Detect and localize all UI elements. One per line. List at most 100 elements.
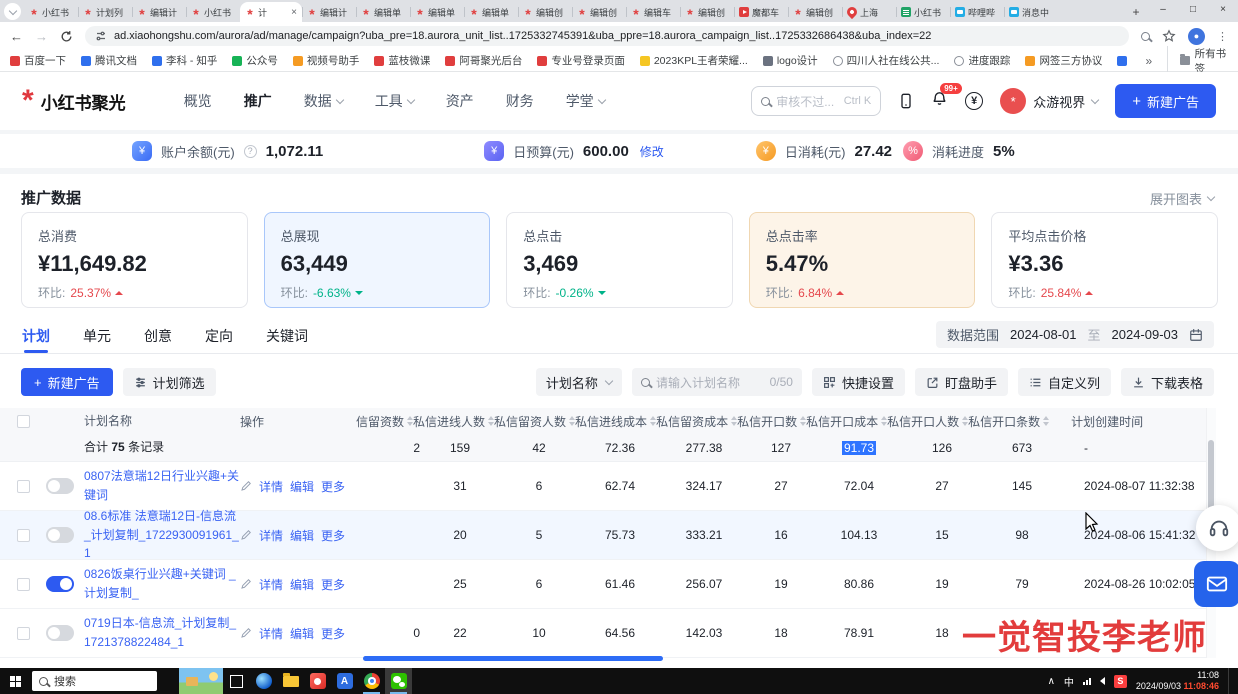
nav-item[interactable]: 概览 — [184, 91, 212, 111]
message-button[interactable] — [1194, 561, 1238, 607]
detail-link[interactable]: 详情 — [259, 625, 283, 642]
bookmark-item[interactable]: 网签三方协议 — [1025, 53, 1102, 68]
bookmark-item[interactable]: logo设计 — [763, 53, 818, 68]
finance-icon[interactable]: ¥ — [965, 92, 983, 110]
edit-pencil-icon[interactable] — [240, 480, 252, 492]
metric-header[interactable]: 私信留资成本 — [656, 413, 737, 430]
explorer-taskbar-button[interactable] — [277, 668, 304, 694]
maximize-button[interactable]: □ — [1178, 0, 1208, 20]
more-link[interactable]: 更多 — [321, 527, 345, 544]
plan-name-link[interactable]: 08.6标准 法意瑞12日-信息流_计划复制_1722930091961_1 — [84, 509, 239, 560]
metric-header[interactable]: 私信开口数 — [737, 413, 806, 430]
browser-tab[interactable]: 编辑车 — [626, 2, 680, 22]
custom-columns-button[interactable]: 自定义列 — [1018, 368, 1111, 396]
wechat-taskbar-button[interactable] — [385, 668, 412, 694]
blue-app-taskbar-button[interactable]: A — [331, 668, 358, 694]
stat-card[interactable]: 总点击 3,469 环比: -0.26% — [506, 212, 733, 308]
profile-avatar[interactable]: ● — [1188, 28, 1205, 45]
volume-icon[interactable] — [1100, 677, 1105, 685]
metric-header[interactable]: 私信开口成本 — [806, 413, 887, 430]
stat-card[interactable]: 总展现 63,449 环比: -6.63% — [264, 212, 491, 308]
browser-tab[interactable]: 编辑创 — [680, 2, 734, 22]
monitor-assistant-button[interactable]: 盯盘助手 — [915, 368, 1008, 396]
select-all-checkbox[interactable] — [17, 415, 30, 428]
tray-chevron-icon[interactable]: ∧ — [1048, 676, 1055, 687]
browser-tab[interactable]: 编辑单 — [356, 2, 410, 22]
edit-pencil-icon[interactable] — [240, 529, 252, 541]
start-button[interactable] — [0, 676, 30, 687]
bookmark-item[interactable]: 稿定设计-做图做视... — [1117, 53, 1130, 68]
plan-filter-button[interactable]: 计划筛选 — [123, 368, 216, 396]
bookmarks-overflow-chevron[interactable]: » — [1145, 54, 1152, 68]
customer-service-button[interactable] — [1196, 505, 1238, 551]
modify-link[interactable]: 修改 — [640, 143, 664, 160]
detail-link[interactable]: 详情 — [259, 527, 283, 544]
bookmark-item[interactable]: 专业号登录页面 — [537, 53, 625, 68]
global-search-input[interactable]: 审核不过... Ctrl K — [751, 86, 881, 116]
browser-tab[interactable]: 消息中 — [1004, 2, 1058, 22]
more-link[interactable]: 更多 — [321, 576, 345, 593]
bookmark-star-icon[interactable] — [1162, 29, 1176, 43]
nav-item[interactable]: 学堂 — [566, 91, 605, 111]
help-icon[interactable]: ? — [244, 145, 257, 158]
edit-pencil-icon[interactable] — [240, 627, 252, 639]
stat-card[interactable]: 总点击率 5.47% 环比: 6.84% — [749, 212, 976, 308]
browser-tab[interactable]: 计 × — [240, 2, 302, 22]
metric-header[interactable]: 私信开口人数 — [887, 413, 968, 430]
entity-tab[interactable]: 定向 — [205, 326, 233, 353]
address-bar[interactable]: ad.xiaohongshu.com/aurora/ad/manage/camp… — [85, 26, 1129, 46]
nav-item[interactable]: 推广 — [244, 91, 272, 111]
account-menu[interactable]: * 众游视界 — [1000, 88, 1098, 114]
bookmark-item[interactable]: 李科 - 知乎 — [152, 53, 217, 68]
show-desktop-button[interactable] — [1228, 668, 1232, 694]
forward-icon[interactable]: → — [35, 29, 48, 44]
status-toggle[interactable] — [46, 625, 74, 641]
browser-tab[interactable]: 魔都车 — [734, 2, 788, 22]
status-toggle[interactable] — [46, 576, 74, 592]
browser-tab[interactable]: 小红书 — [186, 2, 240, 22]
all-bookmarks[interactable]: 所有书签 — [1167, 46, 1228, 76]
zoom-icon[interactable] — [1141, 32, 1150, 41]
browser-tab[interactable]: 计划列 — [78, 2, 132, 22]
browser-tab[interactable]: 小红书 — [896, 2, 950, 22]
bookmark-item[interactable]: 2023KPL王者荣耀... — [640, 53, 748, 68]
nav-item[interactable]: 财务 — [506, 91, 534, 111]
back-icon[interactable]: ← — [10, 29, 23, 44]
row-checkbox[interactable] — [17, 480, 30, 493]
edit-link[interactable]: 编辑 — [290, 478, 314, 495]
edit-link[interactable]: 编辑 — [290, 576, 314, 593]
row-checkbox[interactable] — [17, 529, 30, 542]
bookmark-item[interactable]: 百度一下 — [10, 53, 66, 68]
more-link[interactable]: 更多 — [321, 478, 345, 495]
metric-header[interactable]: 私信进线人数 — [413, 413, 494, 430]
plan-name-link[interactable]: 0807法意瑞12日行业兴趣+关键词 — [84, 469, 239, 502]
sogou-ime-icon[interactable]: S — [1114, 675, 1127, 688]
search-field-select[interactable]: 计划名称 — [536, 368, 622, 396]
tab-close-icon[interactable]: × — [291, 7, 297, 18]
header-new-ad-button[interactable]: + 新建广告 — [1115, 84, 1216, 118]
mobile-preview-icon[interactable] — [898, 92, 914, 110]
plan-search-input[interactable]: 请输入计划名称 0/50 — [632, 368, 802, 396]
plan-name-link[interactable]: 0826饭桌行业兴趣+关键词 _计划复制_ — [84, 567, 236, 600]
weather-widget[interactable] — [179, 668, 223, 694]
task-view-button[interactable] — [223, 668, 250, 694]
entity-tab[interactable]: 单元 — [83, 326, 111, 353]
row-checkbox[interactable] — [17, 578, 30, 591]
refresh-icon[interactable] — [60, 30, 73, 43]
metric-header[interactable]: 私信开口条数 — [968, 413, 1049, 430]
quick-settings-button[interactable]: 快捷设置 — [812, 368, 905, 396]
metric-header[interactable]: 计划创建时间 — [1049, 413, 1143, 430]
metric-header[interactable]: 信留资数 — [356, 413, 413, 430]
bookmark-item[interactable]: 阿哥聚光后台 — [445, 53, 522, 68]
entity-tab[interactable]: 关键词 — [266, 326, 308, 353]
horizontal-scrollbar[interactable] — [363, 656, 663, 661]
stat-card[interactable]: 总消费 ¥11,649.82 环比: 25.37% — [21, 212, 248, 308]
nav-item[interactable]: 资产 — [446, 91, 474, 111]
detail-link[interactable]: 详情 — [259, 478, 283, 495]
edit-link[interactable]: 编辑 — [290, 625, 314, 642]
taskbar-search[interactable]: 搜索 — [32, 671, 157, 691]
edit-link[interactable]: 编辑 — [290, 527, 314, 544]
browser-tab[interactable]: 编辑创 — [788, 2, 842, 22]
browser-tab[interactable]: 上海 — [842, 2, 896, 22]
browser-tab[interactable]: 哔哩哔 — [950, 2, 1004, 22]
